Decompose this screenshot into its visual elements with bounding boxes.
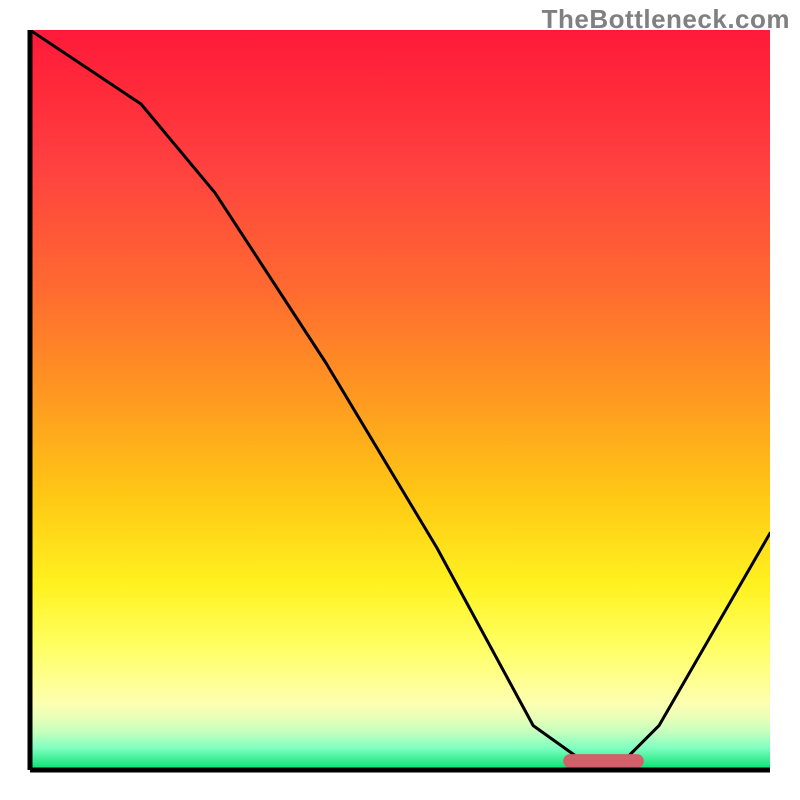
chart-svg	[0, 0, 800, 800]
curve-group	[30, 30, 770, 763]
chart-frame: TheBottleneck.com	[0, 0, 800, 800]
watermark-text: TheBottleneck.com	[542, 4, 790, 35]
bottleneck-curve	[30, 30, 770, 763]
